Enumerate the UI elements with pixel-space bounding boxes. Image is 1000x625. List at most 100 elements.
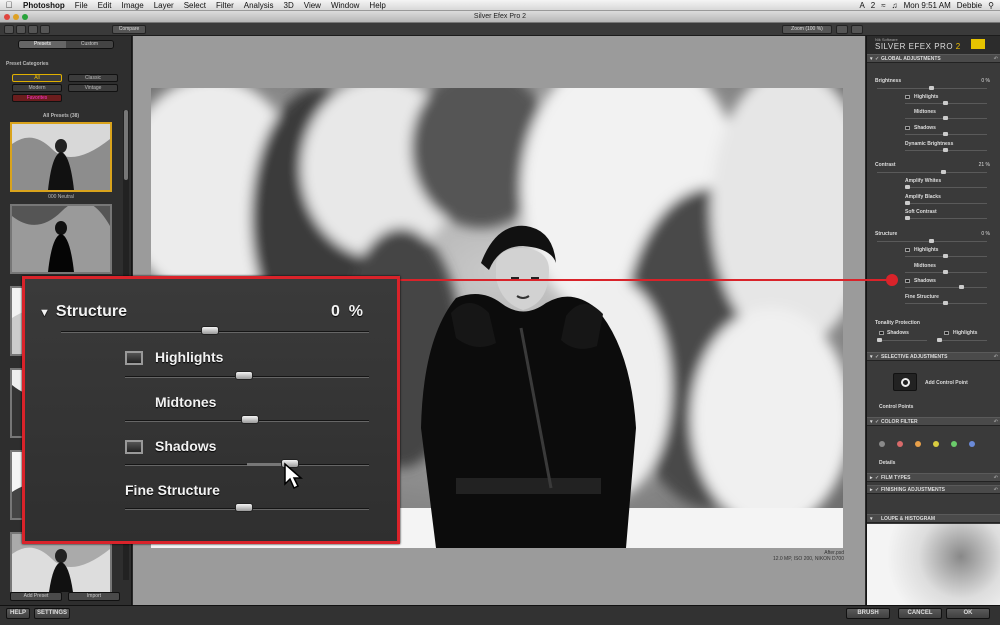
color-filter-red[interactable] xyxy=(897,441,903,447)
reset-icon[interactable]: ↶ xyxy=(994,474,998,482)
minimize-window-icon[interactable] xyxy=(13,14,19,20)
tab-presets[interactable]: Presets xyxy=(19,41,66,48)
menu-edit[interactable]: Edit xyxy=(93,0,117,11)
selective-adjustments-header[interactable]: ▾ ✓ SELECTIVE ADJUSTMENTS ↶ xyxy=(867,352,1000,361)
background-color-icon[interactable] xyxy=(851,25,863,34)
single-view-icon[interactable] xyxy=(4,25,14,34)
slider-knob[interactable] xyxy=(929,239,934,243)
color-filter-blue[interactable] xyxy=(969,441,975,447)
menu-analysis[interactable]: Analysis xyxy=(239,0,279,11)
zoom-select[interactable]: Zoom (100 %) xyxy=(782,25,832,34)
menu-filter[interactable]: Filter xyxy=(211,0,239,11)
color-filter-orange[interactable] xyxy=(915,441,921,447)
menu-view[interactable]: View xyxy=(299,0,326,11)
brush-button[interactable]: BRUSH xyxy=(846,608,890,619)
callout-shadows-slider[interactable] xyxy=(125,459,369,468)
brightness-slider[interactable] xyxy=(877,86,987,90)
callout-fine-structure-slider[interactable] xyxy=(125,503,369,512)
soft-contrast-slider[interactable] xyxy=(905,216,987,220)
control-points-label[interactable]: Control Points xyxy=(879,404,913,410)
slider-knob[interactable] xyxy=(943,254,948,258)
close-window-icon[interactable] xyxy=(4,14,10,20)
ok-button[interactable]: OK xyxy=(946,608,990,619)
menu-help[interactable]: Help xyxy=(364,0,390,11)
structure-shadows-slider[interactable] xyxy=(905,285,987,289)
slider-knob[interactable] xyxy=(937,338,942,342)
contrast-slider[interactable] xyxy=(877,170,987,174)
cancel-button[interactable]: CANCEL xyxy=(898,608,942,619)
brightness-highlights-slider[interactable] xyxy=(905,101,987,105)
wifi-icon[interactable]: ≈ xyxy=(881,1,885,10)
preset-categories-heading[interactable]: Preset Categories xyxy=(6,61,49,67)
side-by-side-view-icon[interactable] xyxy=(28,25,38,34)
callout-midtones-knob[interactable] xyxy=(241,415,259,424)
menu-select[interactable]: Select xyxy=(179,0,211,11)
slider-knob[interactable] xyxy=(941,170,946,174)
scrollbar-thumb[interactable] xyxy=(124,110,128,180)
slider-knob[interactable] xyxy=(943,101,948,105)
brightness-label[interactable]: Brightness xyxy=(875,78,901,84)
reset-icon[interactable]: ↶ xyxy=(994,353,998,361)
user-name[interactable]: Debbie xyxy=(957,1,982,10)
color-filter-yellow[interactable] xyxy=(933,441,939,447)
contrast-label[interactable]: Contrast xyxy=(875,162,896,168)
slider-knob[interactable] xyxy=(959,285,964,289)
clock[interactable]: Mon 9:51 AM xyxy=(904,1,951,10)
status-a-icon[interactable]: A xyxy=(859,1,864,10)
brightness-shadows-slider[interactable] xyxy=(905,132,987,136)
reset-icon[interactable]: ↶ xyxy=(994,55,998,63)
reset-icon[interactable]: ↶ xyxy=(994,418,998,426)
slider-knob[interactable] xyxy=(943,132,948,136)
menu-file[interactable]: File xyxy=(70,0,93,11)
category-all[interactable]: All xyxy=(12,74,62,82)
apple-menu-icon[interactable]:  xyxy=(0,0,18,10)
finishing-adjustments-header[interactable]: ▸ ✓ FINISHING ADJUSTMENTS ↶ xyxy=(867,485,1000,494)
callout-midtones-slider[interactable] xyxy=(125,415,369,424)
tonality-highlights-slider[interactable] xyxy=(937,338,987,342)
color-filter-neutral[interactable] xyxy=(879,441,885,447)
menu-3d[interactable]: 3D xyxy=(279,0,299,11)
global-adjustments-header[interactable]: ▾ ✓ GLOBAL ADJUSTMENTS ↶ xyxy=(867,54,1000,63)
add-control-point-button[interactable] xyxy=(893,373,917,391)
background-view-icon[interactable] xyxy=(40,25,50,34)
details-label[interactable]: Details xyxy=(879,460,895,466)
fine-structure-slider[interactable] xyxy=(905,301,987,305)
collapse-triangle-icon[interactable]: ▼ xyxy=(39,307,50,319)
menu-layer[interactable]: Layer xyxy=(149,0,179,11)
menu-app[interactable]: Photoshop xyxy=(18,0,70,11)
callout-highlights-knob[interactable] xyxy=(235,371,253,380)
category-classic[interactable]: Classic xyxy=(68,74,118,82)
tonality-shadows-slider[interactable] xyxy=(877,338,927,342)
amplify-blacks-slider[interactable] xyxy=(905,201,987,205)
brightness-midtones-slider[interactable] xyxy=(905,116,987,120)
import-button[interactable]: Import xyxy=(68,592,120,601)
callout-structure-knob[interactable] xyxy=(201,326,219,335)
preset-thumbnail[interactable] xyxy=(10,122,112,192)
callout-highlights-slider[interactable] xyxy=(125,371,369,380)
loupe-preview[interactable] xyxy=(867,524,1000,605)
slider-knob[interactable] xyxy=(905,216,910,220)
tab-custom[interactable]: Custom xyxy=(66,41,113,48)
structure-slider[interactable] xyxy=(877,239,987,243)
add-preset-button[interactable]: Add Preset xyxy=(10,592,62,601)
status-2-icon[interactable]: 2 xyxy=(871,1,875,10)
color-filter-header[interactable]: ▾ ✓ COLOR FILTER ↶ xyxy=(867,417,1000,426)
help-button[interactable]: HELP xyxy=(6,608,30,619)
zoom-expand-icon[interactable] xyxy=(836,25,848,34)
structure-midtones-slider[interactable] xyxy=(905,270,987,274)
slider-knob[interactable] xyxy=(943,148,948,152)
dynamic-brightness-slider[interactable] xyxy=(905,148,987,152)
callout-structure-slider[interactable] xyxy=(61,326,369,335)
spotlight-icon[interactable]: ⚲ xyxy=(988,1,994,10)
category-favorites[interactable]: Favorites xyxy=(12,94,62,102)
compare-button[interactable]: Compare xyxy=(112,25,146,34)
slider-knob[interactable] xyxy=(943,301,948,305)
loupe-histogram-header[interactable]: ▾ LOUPE & HISTOGRAM xyxy=(867,514,1000,523)
settings-button[interactable]: SETTINGS xyxy=(34,608,70,619)
reset-icon[interactable]: ↶ xyxy=(994,486,998,494)
slider-knob[interactable] xyxy=(877,338,882,342)
slider-knob[interactable] xyxy=(943,270,948,274)
volume-icon[interactable]: ♫ xyxy=(892,1,898,10)
color-filter-green[interactable] xyxy=(951,441,957,447)
category-modern[interactable]: Modern xyxy=(12,84,62,92)
